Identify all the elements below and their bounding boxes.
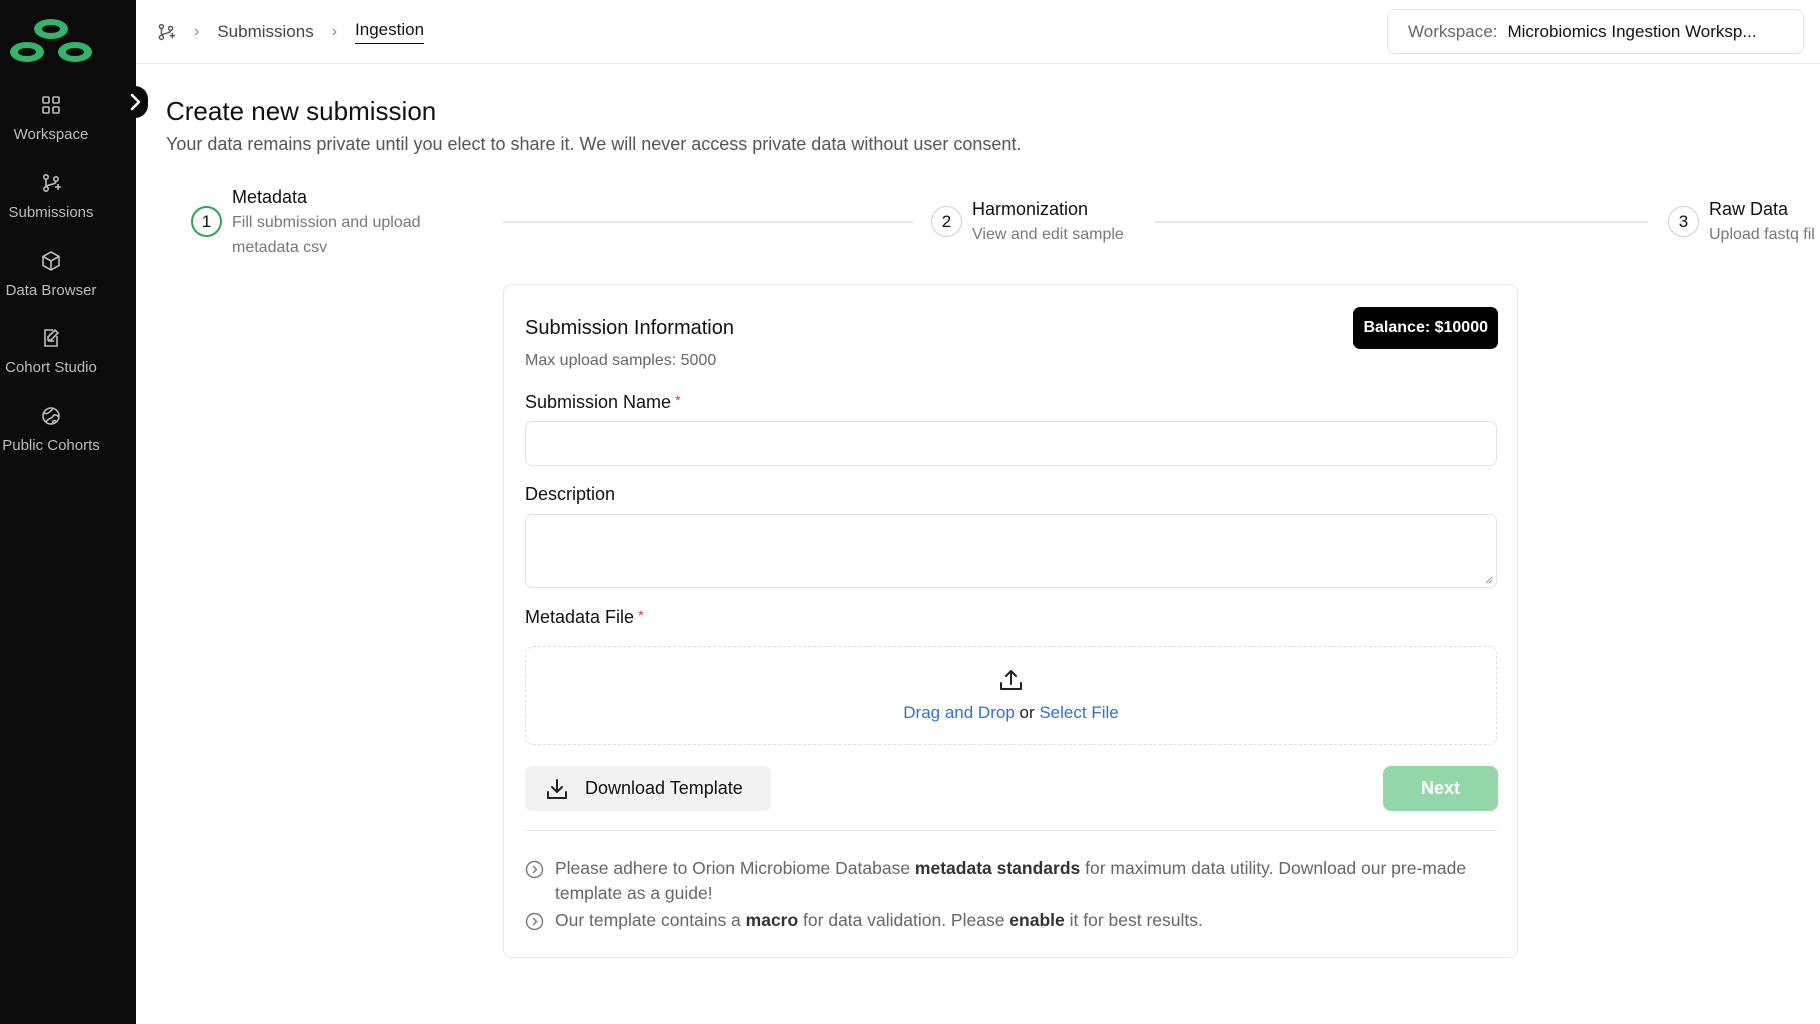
required-mark: * [638, 607, 644, 623]
chevron-right-icon: › [331, 23, 338, 40]
note-text: Our template contains a macro for data v… [555, 908, 1203, 933]
step-number: 2 [931, 206, 962, 237]
file-dropzone[interactable]: Drag and Drop or Select File [525, 646, 1497, 745]
submission-name-label: Submission Name * [525, 392, 681, 413]
grid-icon [42, 96, 60, 114]
step-description: Fill submission and upload [232, 214, 421, 231]
note-text-bold: macro [745, 910, 799, 930]
step-title: Harmonization [972, 199, 1089, 219]
form-title: Submission Information [525, 317, 734, 339]
sidebar-item-cohort-studio[interactable]: Cohort Studio [0, 327, 102, 376]
workspace-value: Microbiomics Ingestion Worksp... [1507, 21, 1757, 41]
step-description: Upload fastq fil [1709, 226, 1815, 243]
submission-form-card: Submission Information Max upload sample… [503, 284, 1518, 958]
drag-and-drop-link[interactable]: Drag and Drop [903, 703, 1015, 722]
workspace-selector[interactable]: Workspace: Microbiomics Ingestion Worksp… [1387, 9, 1804, 54]
sidebar-item-label: Workspace [13, 126, 89, 143]
breadcrumb: › Submissions › Ingestion [156, 20, 425, 44]
sidebar-item-label: Data Browser [5, 282, 97, 299]
cube-icon [42, 251, 60, 271]
step-description: metadata csv [232, 239, 328, 256]
logo[interactable] [6, 18, 96, 64]
dropzone-or: or [1014, 703, 1040, 722]
submission-name-input[interactable] [525, 421, 1497, 466]
note-text-segment: for data validation. Please [798, 910, 1010, 930]
step-number: 3 [1668, 206, 1699, 237]
top-bar: › Submissions › Ingestion Workspace: Mic… [136, 0, 1820, 64]
sidebar-item-label: Cohort Studio [5, 359, 97, 376]
globe-icon [42, 407, 60, 425]
required-mark: * [675, 392, 681, 408]
info-note: Please adhere to Orion Microbiome Databa… [525, 856, 1497, 906]
git-branch-icon[interactable] [156, 22, 176, 42]
select-file-link[interactable]: Select File [1039, 703, 1118, 722]
edit-document-icon [44, 328, 60, 347]
sidebar-item-workspace[interactable]: Workspace [0, 94, 102, 143]
note-text-segment: it for best results. [1064, 910, 1203, 930]
submission-name-label-text: Submission Name [525, 392, 672, 412]
next-button[interactable]: Next [1383, 766, 1498, 811]
breadcrumb-submissions[interactable]: Submissions [217, 22, 313, 42]
step-raw-data[interactable]: 3 Raw Data Upload fastq fil [1668, 198, 1820, 247]
breadcrumb-ingestion[interactable]: Ingestion [355, 20, 425, 44]
description-label: Description [525, 484, 616, 504]
step-metadata[interactable]: 1 Metadata Fill submission and upload me… [191, 186, 421, 260]
step-connector [503, 221, 913, 223]
description-textarea[interactable] [525, 514, 1497, 588]
chevron-right-icon [130, 93, 141, 111]
step-connector [1155, 221, 1648, 223]
sidebar-item-public-cohorts[interactable]: Public Cohorts [0, 405, 102, 454]
sidebar-item-data-browser[interactable]: Data Browser [0, 250, 102, 299]
chevron-circle-icon [525, 860, 544, 879]
sidebar-item-submissions[interactable]: Submissions [0, 172, 102, 221]
metadata-file-label: Metadata File * [525, 607, 644, 628]
dropzone-text: Drag and Drop or Select File [526, 703, 1496, 723]
sidebar-item-label: Public Cohorts [2, 437, 100, 454]
balance-badge: Balance: $10000 [1353, 307, 1498, 349]
step-title: Metadata [232, 187, 308, 207]
chevron-right-icon: › [194, 23, 200, 40]
sidebar: Workspace Submissions Data Browser Cohor… [0, 0, 148, 1024]
note-text-bold: enable [1009, 910, 1065, 930]
step-harmonization[interactable]: 2 Harmonization View and edit sample [931, 198, 1124, 247]
divider [525, 830, 1497, 831]
page-subtitle: Your data remains private until you elec… [166, 134, 1022, 154]
note-text-bold: metadata standards [914, 858, 1081, 878]
page-title: Create new submission [166, 96, 437, 126]
note-text: Please adhere to Orion Microbiome Databa… [555, 856, 1497, 906]
note-text-segment: Please adhere to Orion Microbiome Databa… [555, 858, 915, 878]
chevron-circle-icon [525, 912, 544, 931]
resize-handle-icon[interactable] [1483, 574, 1493, 584]
step-number: 1 [191, 206, 222, 237]
max-upload-samples: Max upload samples: 5000 [525, 352, 717, 369]
upload-icon [1000, 670, 1022, 690]
download-template-button[interactable]: Download Template [525, 766, 771, 811]
sidebar-collapse-button[interactable] [122, 86, 148, 118]
git-branch-icon [42, 173, 61, 193]
step-title: Raw Data [1709, 199, 1789, 219]
download-template-label: Download Template [585, 778, 743, 798]
info-note: Our template contains a macro for data v… [525, 908, 1497, 933]
note-text-segment: Our template contains a [555, 910, 746, 930]
metadata-file-label-text: Metadata File [525, 607, 635, 627]
step-description: View and edit sample [972, 226, 1124, 243]
sidebar-item-label: Submissions [8, 204, 94, 221]
workspace-label: Workspace: [1408, 21, 1498, 41]
download-icon [547, 778, 567, 799]
